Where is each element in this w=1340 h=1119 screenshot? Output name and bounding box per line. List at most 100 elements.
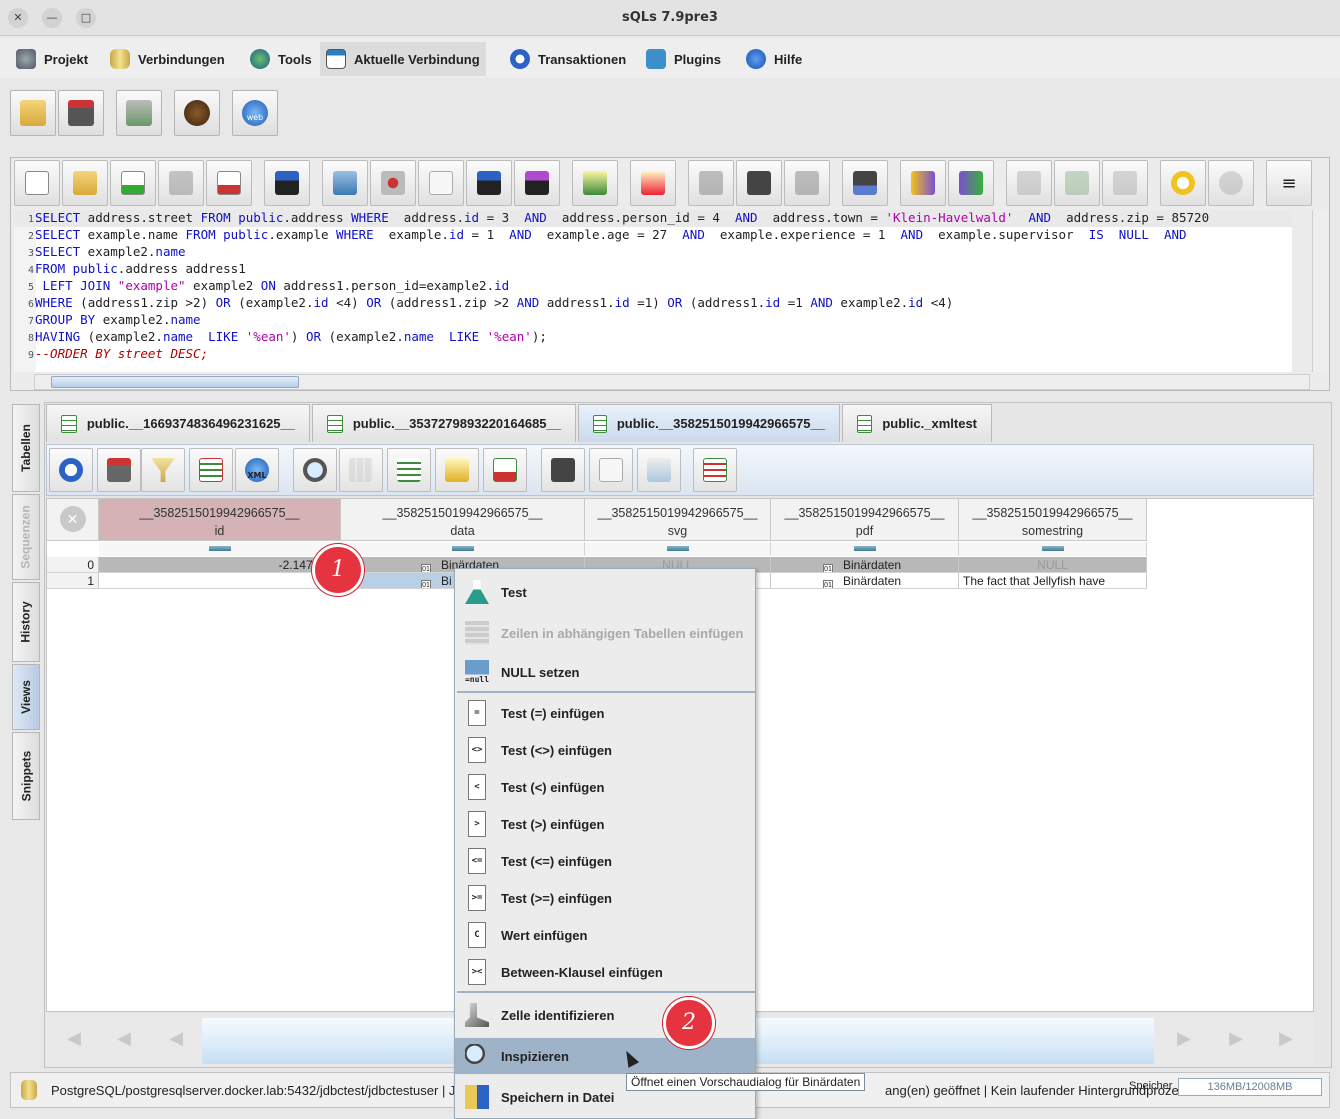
table-timer-button[interactable]: [693, 448, 737, 492]
find-replace-button[interactable]: [842, 160, 888, 206]
grid-button[interactable]: [339, 448, 383, 492]
tab-history[interactable]: History: [12, 582, 40, 662]
history-mark-button[interactable]: [1054, 160, 1100, 206]
menu-aktuelle-verbindung[interactable]: Aktuelle Verbindung: [320, 42, 486, 76]
open-file-button[interactable]: [62, 160, 108, 206]
column-header-pdf[interactable]: __3582515019942966575__ pdf: [771, 499, 959, 541]
row-header-corner[interactable]: ✕: [47, 499, 99, 541]
result-tab-4[interactable]: public._xmltest: [842, 404, 992, 442]
menu-item-test-lt[interactable]: < Test (<) einfügen: [455, 769, 755, 805]
prev-block-icon[interactable]: ◀: [112, 1028, 136, 1050]
menu-verbindungen[interactable]: Verbindungen: [104, 42, 231, 76]
menu-transaktionen[interactable]: Transaktionen: [504, 42, 632, 76]
memory-indicator[interactable]: 136MB/12008MB: [1178, 1078, 1322, 1096]
column-header-id[interactable]: __3582515019942966575__ id: [99, 499, 341, 541]
search-button[interactable]: [293, 448, 337, 492]
menu-tools[interactable]: Tools: [244, 42, 318, 76]
sync-button[interactable]: [116, 90, 162, 136]
menu-hilfe[interactable]: Hilfe: [740, 42, 808, 76]
save-file-button[interactable]: [158, 160, 204, 206]
bracket-right-button[interactable]: [948, 160, 994, 206]
cell-id[interactable]: -2.147.483: [99, 557, 341, 573]
find-in-table-button[interactable]: [541, 448, 585, 492]
delete-row-button[interactable]: [483, 448, 527, 492]
column-filter-svg[interactable]: [585, 542, 771, 556]
filter-button[interactable]: [141, 448, 185, 492]
column-header-somestring[interactable]: __3582515019942966575__ somestring: [959, 499, 1147, 541]
export-file-button[interactable]: [206, 160, 252, 206]
menu-item-between[interactable]: >< Between-Klausel einfügen: [455, 954, 755, 990]
column-filter-id[interactable]: [99, 542, 341, 556]
next-block-icon[interactable]: ▶: [1224, 1028, 1248, 1050]
clear-button[interactable]: [322, 160, 368, 206]
last-page-icon[interactable]: ▶: [1274, 1028, 1298, 1050]
tab-views[interactable]: Views: [12, 664, 40, 730]
result-tab-1[interactable]: public.__1669374836496231625__: [46, 404, 310, 442]
column-header-svg[interactable]: __3582515019942966575__ svg: [585, 499, 771, 541]
cell-pdf[interactable]: 01 Binärdaten: [771, 557, 959, 573]
column-header-data[interactable]: __3582515019942966575__ data: [341, 499, 585, 541]
open-project-button[interactable]: [10, 90, 56, 136]
find-button[interactable]: [736, 160, 782, 206]
cell-somestring[interactable]: The fact that Jellyfish have: [959, 573, 1147, 589]
next-page-icon[interactable]: ▶: [1172, 1028, 1196, 1050]
sql-code-area[interactable]: 1SELECT address.street FROM public.addre…: [14, 210, 1292, 372]
web-button[interactable]: web: [232, 90, 278, 136]
cell-somestring[interactable]: NULL: [959, 557, 1147, 573]
menu-item-test-ge[interactable]: >= Test (>=) einfügen: [455, 880, 755, 916]
menu-item-test-le[interactable]: <= Test (<=) einfügen: [455, 843, 755, 879]
print-button[interactable]: [637, 448, 681, 492]
add-file-button[interactable]: [110, 160, 156, 206]
undo-button[interactable]: [1160, 160, 1206, 206]
table-refresh-button[interactable]: [189, 448, 233, 492]
bracket-left-button[interactable]: [900, 160, 946, 206]
history-forward-button[interactable]: [1102, 160, 1148, 206]
tab-sequenzen[interactable]: Sequenzen: [12, 494, 40, 580]
result-tab-2[interactable]: public.__3537279893220164685__: [312, 404, 576, 442]
first-page-icon[interactable]: ◀: [62, 1028, 86, 1050]
editor-menu-button[interactable]: ≡: [1266, 160, 1312, 206]
copy-rows-button[interactable]: [589, 448, 633, 492]
editor-horizontal-scrollbar[interactable]: [34, 374, 1310, 390]
menu-item-test-eq[interactable]: = Test (=) einfügen: [455, 695, 755, 731]
new-file-button[interactable]: [14, 160, 60, 206]
edit-row-button[interactable]: [435, 448, 479, 492]
cell-pdf[interactable]: 01 Binärdaten: [771, 573, 959, 589]
find-next-button[interactable]: [784, 160, 830, 206]
table-settings-button[interactable]: [97, 448, 141, 492]
reload-button[interactable]: [49, 448, 93, 492]
find-prev-button[interactable]: [688, 160, 734, 206]
export-xml-button[interactable]: XML: [235, 448, 279, 492]
prev-page-icon[interactable]: ◀: [164, 1028, 188, 1050]
menu-item-inspect[interactable]: Inspizieren: [455, 1038, 755, 1074]
menu-item-insert-dependent[interactable]: Zeilen in abhängigen Tabellen einfügen: [455, 615, 755, 651]
menu-projekt[interactable]: Projekt: [10, 42, 94, 76]
uppercase-button[interactable]: [466, 160, 512, 206]
coffee-button[interactable]: [174, 90, 220, 136]
menu-item-set-null[interactable]: =null NULL setzen: [455, 654, 755, 690]
column-filter-pdf[interactable]: [771, 542, 959, 556]
cut-button[interactable]: [370, 160, 416, 206]
copy-button[interactable]: [418, 160, 464, 206]
menu-item-test[interactable]: Test: [455, 574, 755, 610]
redo-button[interactable]: [1208, 160, 1254, 206]
format-text-button[interactable]: [264, 160, 310, 206]
column-filter-data[interactable]: [341, 542, 585, 556]
tab-snippets[interactable]: Snippets: [12, 732, 40, 820]
menu-item-test-gt[interactable]: > Test (>) einfügen: [455, 806, 755, 842]
text-replace-button[interactable]: [630, 160, 676, 206]
save-project-button[interactable]: [58, 90, 104, 136]
result-tab-3[interactable]: public.__3582515019942966575__: [578, 404, 840, 442]
history-back-button[interactable]: [1006, 160, 1052, 206]
scrollbar-thumb[interactable]: [51, 376, 299, 388]
cell-id[interactable]: [99, 573, 341, 589]
column-filter-somestring[interactable]: [959, 542, 1147, 556]
menu-item-insert-value[interactable]: C Wert einfügen: [455, 917, 755, 953]
tab-tabellen[interactable]: Tabellen: [12, 404, 40, 492]
menu-item-test-ne[interactable]: <> Test (<>) einfügen: [455, 732, 755, 768]
editor-vertical-scrollbar[interactable]: [1312, 210, 1328, 372]
lowercase-button[interactable]: [514, 160, 560, 206]
edit-script-button[interactable]: [572, 160, 618, 206]
add-row-button[interactable]: [387, 448, 431, 492]
menu-plugins[interactable]: Plugins: [640, 42, 727, 76]
